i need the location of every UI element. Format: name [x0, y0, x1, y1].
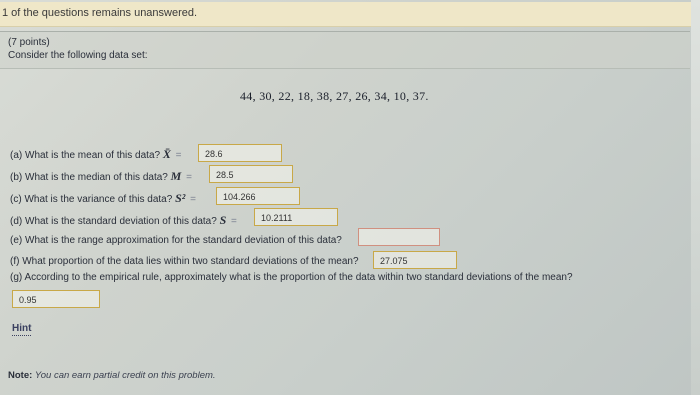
equals-sign: =	[190, 194, 196, 205]
question-e: (e) What is the range approximation for …	[10, 235, 342, 246]
question-b-text: (b) What is the median of this data?	[10, 172, 168, 183]
answer-b-input[interactable]: 28.5	[209, 165, 293, 183]
prompt-text: Consider the following data set:	[8, 50, 148, 61]
hint-link[interactable]: Hint	[12, 323, 32, 336]
equals-sign: =	[175, 150, 182, 161]
answer-e-input[interactable]	[358, 228, 440, 246]
question-g: (g) According to the empirical rule, app…	[10, 272, 573, 283]
question-a-text: (a) What is the mean of this data?	[10, 150, 161, 161]
answer-f-input[interactable]: 27.075	[373, 251, 457, 269]
question-g-text: (g) According to the empirical rule, app…	[10, 272, 573, 283]
answer-a-input[interactable]: 28.6	[198, 144, 282, 162]
answer-d-input[interactable]: 10.2111	[254, 208, 338, 226]
question-c: (c) What is the variance of this data? S…	[10, 191, 198, 206]
equals-sign: =	[231, 216, 237, 227]
median-symbol: M	[170, 169, 182, 183]
question-d: (d) What is the standard deviation of th…	[10, 213, 239, 228]
answer-c-input[interactable]: 104.266	[216, 187, 300, 205]
question-a: (a) What is the mean of this data? X̄ =	[10, 147, 184, 162]
answer-g-input[interactable]: 0.95	[12, 290, 100, 308]
note-label: Note:	[8, 370, 33, 381]
scrollbar[interactable]	[691, 0, 700, 395]
std-dev-symbol: S	[219, 213, 227, 227]
question-e-text: (e) What is the range approximation for …	[10, 235, 342, 246]
equals-sign: =	[186, 172, 192, 183]
status-text: 1 of the questions remains unanswered.	[2, 7, 198, 19]
question-c-text: (c) What is the variance of this data?	[10, 194, 173, 205]
note: Note: You can earn partial credit on thi…	[8, 370, 216, 381]
note-text: You can earn partial credit on this prob…	[34, 370, 216, 381]
mean-symbol: X̄	[162, 147, 171, 161]
variance-symbol: S²	[175, 191, 186, 205]
question-d-text: (d) What is the standard deviation of th…	[10, 216, 217, 227]
unanswered-banner: 1 of the questions remains unanswered.	[0, 2, 700, 27]
problem-header: (7 points) Consider the following data s…	[0, 31, 690, 69]
question-f: (f) What proportion of the data lies wit…	[10, 256, 359, 267]
data-set: 44, 30, 22, 18, 38, 27, 26, 34, 10, 37.	[240, 89, 429, 103]
question-f-text: (f) What proportion of the data lies wit…	[10, 256, 359, 267]
points-label: (7 points)	[8, 37, 50, 48]
question-b: (b) What is the median of this data? M =	[10, 169, 194, 184]
